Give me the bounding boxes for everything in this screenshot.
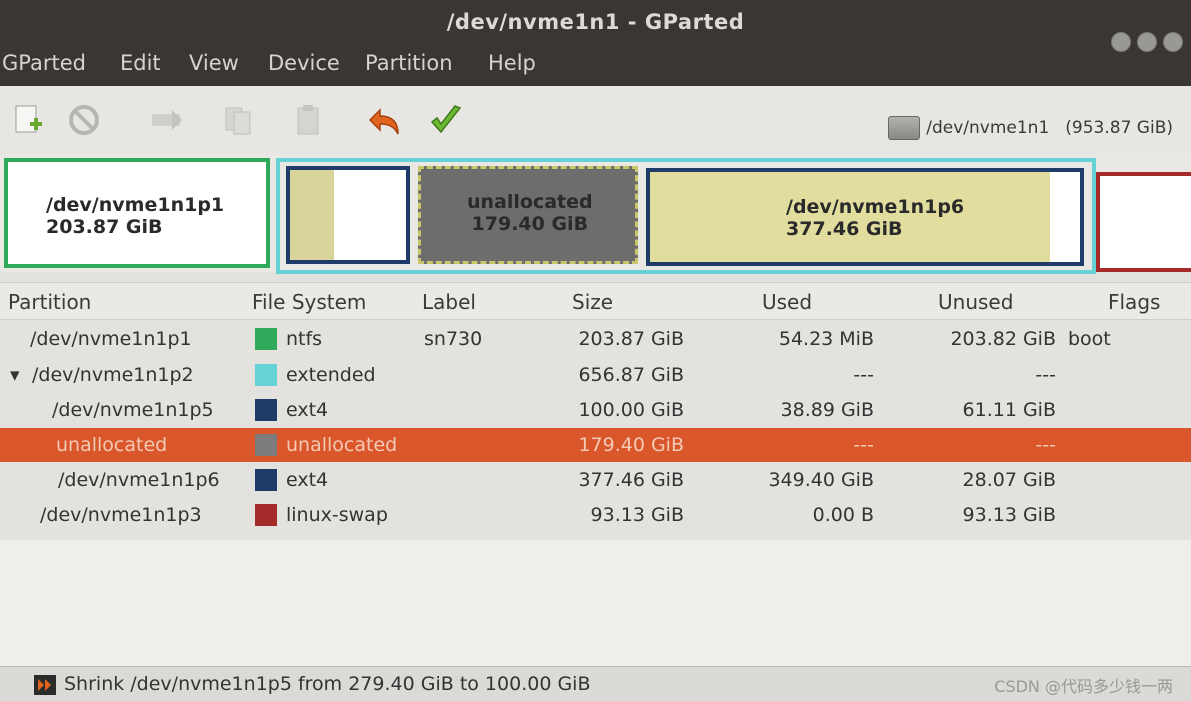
cell-unused: 203.82 GiB	[950, 328, 1056, 350]
table-row[interactable]: ▾ /dev/nvme1n1p2 extended 656.87 GiB --- ---	[0, 358, 1191, 392]
cell-filesystem: ext4	[286, 399, 329, 421]
close-button[interactable]	[1163, 32, 1183, 52]
pending-operation-text[interactable]: Shrink /dev/nvme1n1p5 from 279.40 GiB to…	[64, 673, 591, 695]
menu-partition[interactable]: Partition	[365, 51, 453, 75]
diskmap-segment-p1[interactable]: /dev/nvme1n1p1 203.87 GiB	[4, 158, 270, 268]
cell-used: 349.40 GiB	[768, 469, 874, 491]
operation-arrow-icon	[34, 675, 56, 695]
cell-filesystem: extended	[286, 364, 376, 386]
menu-device[interactable]: Device	[268, 51, 340, 75]
diskmap-segment-p5[interactable]	[286, 166, 410, 264]
pending-operations-bar: Shrink /dev/nvme1n1p5 from 279.40 GiB to…	[0, 666, 1191, 701]
cell-size: 377.46 GiB	[578, 469, 684, 491]
cell-used: 38.89 GiB	[780, 399, 874, 421]
cell-partition: /dev/nvme1n1p3	[40, 504, 202, 526]
segment-name: /dev/nvme1n1p1	[46, 194, 225, 216]
cell-size: 93.13 GiB	[590, 504, 684, 526]
title-bar: /dev/nvme1n1 - GParted	[0, 0, 1191, 42]
segment-size: 203.87 GiB	[46, 216, 163, 238]
cell-unused: 61.11 GiB	[962, 399, 1056, 421]
expander-arrow-icon: ▾	[10, 364, 20, 386]
cell-used: 0.00 B	[812, 504, 874, 526]
col-used[interactable]: Used	[762, 290, 812, 314]
menu-help[interactable]: Help	[488, 51, 536, 75]
menu-bar: GParted Edit View Device Partition Help	[0, 32, 1191, 86]
partition-table-header: Partition File System Label Size Used Un…	[0, 282, 1191, 320]
cell-filesystem: linux-swap	[286, 504, 388, 526]
cell-partition: /dev/nvme1n1p2	[32, 364, 194, 386]
segment-size: 179.40 GiB	[471, 213, 589, 235]
diskmap-segment-unallocated[interactable]: unallocated 179.40 GiB	[418, 166, 638, 264]
toolbar: /dev/nvme1n1 (953.87 GiB)	[0, 86, 1191, 155]
diskmap-segment-p3[interactable]	[1096, 172, 1191, 272]
col-unused[interactable]: Unused	[938, 290, 1013, 314]
cell-used: ---	[853, 364, 874, 386]
cell-size: 656.87 GiB	[578, 364, 684, 386]
table-row[interactable]: unallocated unallocated 179.40 GiB --- ---	[0, 428, 1191, 462]
disk-map: /dev/nvme1n1p1 203.87 GiB unallocated 17…	[0, 154, 1191, 274]
segment-name: /dev/nvme1n1p6	[786, 196, 965, 218]
harddisk-icon	[888, 116, 921, 140]
cell-partition: unallocated	[56, 434, 168, 456]
col-flags[interactable]: Flags	[1108, 290, 1160, 314]
copy-icon[interactable]	[220, 102, 256, 138]
menu-view[interactable]: View	[189, 51, 239, 75]
filesystem-color-swatch	[255, 328, 277, 350]
filesystem-color-swatch	[255, 504, 277, 526]
cell-used: ---	[853, 434, 874, 456]
cell-unused: 93.13 GiB	[962, 504, 1056, 526]
cell-size: 203.87 GiB	[578, 328, 684, 350]
new-icon[interactable]	[10, 102, 46, 138]
device-size: (953.87 GiB)	[1065, 118, 1173, 138]
cell-unused: 28.07 GiB	[962, 469, 1056, 491]
col-size[interactable]: Size	[572, 290, 613, 314]
filesystem-color-swatch	[255, 469, 277, 491]
menu-gparted[interactable]: GParted	[2, 51, 86, 75]
col-label[interactable]: Label	[422, 290, 476, 314]
undo-icon[interactable]	[366, 102, 402, 138]
cell-label: sn730	[424, 328, 483, 350]
cell-filesystem: ext4	[286, 469, 329, 491]
resize-icon[interactable]	[148, 102, 184, 138]
cell-unused: ---	[1035, 364, 1056, 386]
col-filesystem[interactable]: File System	[252, 290, 366, 314]
filesystem-color-swatch	[255, 434, 277, 456]
minimize-button[interactable]	[1111, 32, 1131, 52]
cell-filesystem: ntfs	[286, 328, 323, 350]
table-row[interactable]: /dev/nvme1n1p3 linux-swap 93.13 GiB 0.00 B 9…	[0, 498, 1191, 532]
cell-partition: /dev/nvme1n1p5	[52, 399, 214, 421]
watermark: CSDN @代码多少钱一两	[994, 677, 1173, 696]
menu-edit[interactable]: Edit	[120, 51, 161, 75]
cell-size: 100.00 GiB	[578, 399, 684, 421]
segment-size: 377.46 GiB	[786, 218, 903, 240]
cell-unused: ---	[1035, 434, 1056, 456]
cell-partition: /dev/nvme1n1p1	[30, 328, 192, 350]
filesystem-color-swatch	[255, 364, 277, 386]
apply-icon[interactable]	[428, 102, 464, 138]
cell-filesystem: unallocated	[286, 434, 398, 456]
filesystem-color-swatch	[255, 399, 277, 421]
device-selector[interactable]: /dev/nvme1n1 (953.87 GiB)	[888, 116, 1173, 140]
cell-size: 179.40 GiB	[578, 434, 684, 456]
table-row[interactable]: /dev/nvme1n1p1 ntfs sn730 203.87 GiB 54.23 M…	[0, 322, 1191, 356]
cell-used: 54.23 MiB	[778, 328, 874, 350]
window-controls	[1111, 32, 1183, 52]
cell-partition: /dev/nvme1n1p6	[58, 469, 220, 491]
table-row[interactable]: /dev/nvme1n1p5 ext4 100.00 GiB 38.89 GiB 61.…	[0, 393, 1191, 427]
maximize-button[interactable]	[1137, 32, 1157, 52]
cell-flags: boot	[1068, 328, 1111, 350]
table-empty-area	[0, 540, 1191, 666]
gparted-window: /dev/nvme1n1 - GParted GParted Edit View…	[0, 0, 1191, 701]
device-path: /dev/nvme1n1	[926, 118, 1050, 138]
paste-icon[interactable]	[290, 102, 326, 138]
diskmap-segment-p6[interactable]: /dev/nvme1n1p6 377.46 GiB	[646, 168, 1084, 266]
col-partition[interactable]: Partition	[8, 290, 91, 314]
segment-name: unallocated	[467, 191, 593, 213]
window-title: /dev/nvme1n1 - GParted	[446, 10, 745, 34]
delete-icon[interactable]	[66, 102, 102, 138]
table-row[interactable]: /dev/nvme1n1p6 ext4 377.46 GiB 349.40 GiB 28…	[0, 463, 1191, 497]
